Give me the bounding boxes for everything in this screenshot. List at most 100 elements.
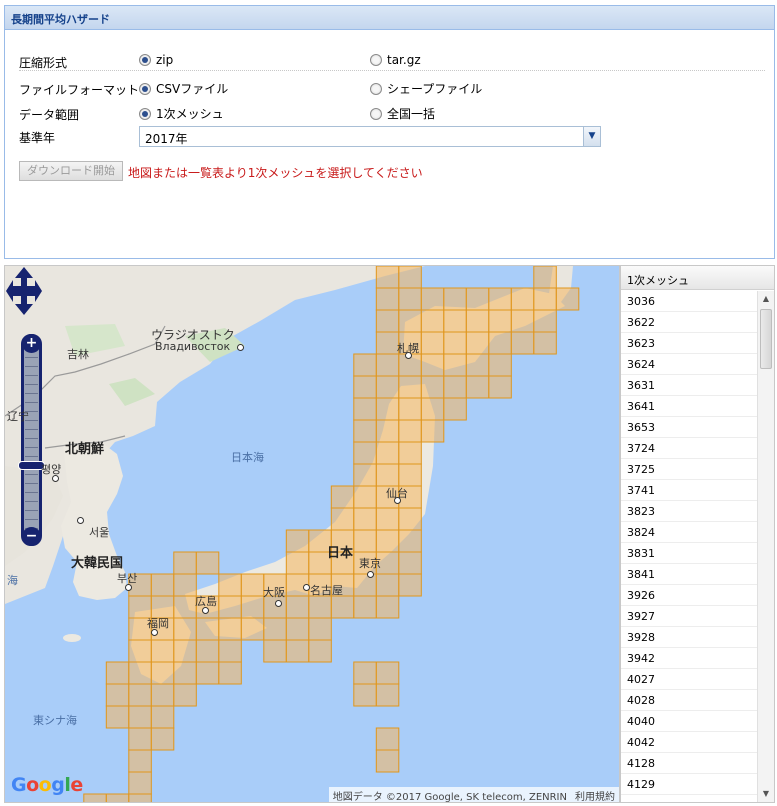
mesh-cell[interactable] <box>330 485 355 509</box>
chevron-down-icon[interactable]: ▼ <box>583 127 600 146</box>
mesh-cell[interactable] <box>218 595 242 619</box>
google-logo[interactable]: Google <box>11 774 83 796</box>
mesh-cell[interactable] <box>375 683 400 707</box>
mesh-cell[interactable] <box>488 309 512 333</box>
mesh-cell[interactable] <box>128 683 152 707</box>
mesh-cell[interactable] <box>375 266 400 289</box>
mesh-cell[interactable] <box>105 661 130 685</box>
list-item[interactable]: 4128 <box>621 753 757 774</box>
mesh-cell[interactable] <box>150 661 175 685</box>
mesh-cell[interactable] <box>398 551 422 575</box>
mesh-cell[interactable] <box>195 551 220 575</box>
download-button[interactable]: ダウンロード開始 <box>19 161 123 181</box>
mesh-cell[interactable] <box>83 793 107 803</box>
mesh-cell[interactable] <box>398 266 422 289</box>
mesh-cell[interactable] <box>285 595 310 619</box>
mesh-cell[interactable] <box>128 793 152 803</box>
mesh-cell[interactable] <box>375 441 400 465</box>
zoom-in-button[interactable]: + <box>22 334 41 353</box>
mesh-cell[interactable] <box>263 639 287 663</box>
mesh-cell[interactable] <box>375 309 400 333</box>
mesh-cell[interactable] <box>398 287 422 311</box>
mesh-cell[interactable] <box>150 683 175 707</box>
mesh-cell[interactable] <box>375 287 400 311</box>
mesh-cell[interactable] <box>375 595 400 619</box>
list-item[interactable]: 4027 <box>621 669 757 690</box>
mesh-cell[interactable] <box>330 507 355 531</box>
mesh-cell[interactable] <box>218 617 242 641</box>
mesh-cell[interactable] <box>398 573 422 597</box>
mesh-cell[interactable] <box>443 309 467 333</box>
mesh-cell[interactable] <box>420 287 445 311</box>
mesh-cell[interactable] <box>443 375 467 399</box>
mesh-cell[interactable] <box>488 375 512 399</box>
zoom-bar[interactable] <box>21 334 42 546</box>
mesh-cell[interactable] <box>285 551 310 575</box>
mesh-cell[interactable] <box>555 287 580 311</box>
mesh-cell[interactable] <box>308 617 332 641</box>
mesh-cell[interactable] <box>398 463 422 487</box>
mesh-cell[interactable] <box>465 309 490 333</box>
list-item[interactable]: 3942 <box>621 648 757 669</box>
mesh-cell[interactable] <box>353 683 377 707</box>
zoom-out-button[interactable]: − <box>22 527 41 546</box>
mesh-cell[interactable] <box>398 441 422 465</box>
mesh-cell[interactable] <box>375 529 400 553</box>
mesh-cell[interactable] <box>465 353 490 377</box>
list-item[interactable]: 4028 <box>621 690 757 711</box>
mesh-cell[interactable] <box>128 705 152 729</box>
mesh-cell[interactable] <box>465 375 490 399</box>
mesh-cell[interactable] <box>375 463 400 487</box>
mesh-cell[interactable] <box>240 573 265 597</box>
list-item[interactable]: 3641 <box>621 396 757 417</box>
mesh-cell[interactable] <box>353 463 377 487</box>
data-range-mesh-radio[interactable]: 1次メッシュ <box>139 105 224 122</box>
mesh-cell[interactable] <box>533 331 557 355</box>
mesh-cell[interactable] <box>510 331 535 355</box>
mesh-cell[interactable] <box>353 595 377 619</box>
mesh-cell[interactable] <box>128 639 152 663</box>
list-item[interactable]: 4042 <box>621 732 757 753</box>
mesh-cell[interactable] <box>353 441 377 465</box>
mesh-cell[interactable] <box>285 617 310 641</box>
mesh-cell[interactable] <box>128 661 152 685</box>
mesh-cell[interactable] <box>105 793 130 803</box>
mesh-cell[interactable] <box>308 639 332 663</box>
mesh-cell[interactable] <box>398 309 422 333</box>
file-format-csv-radio[interactable]: CSVファイル <box>139 80 228 97</box>
mesh-cell[interactable] <box>150 727 175 751</box>
mesh-cell[interactable] <box>218 661 242 685</box>
mesh-cell[interactable] <box>353 573 377 597</box>
list-item[interactable]: 3724 <box>621 438 757 459</box>
compression-zip-radio[interactable]: zip <box>139 53 173 67</box>
map-view[interactable]: + − ウラジオストク Владивосток 吉林 辽宁 北朝鮮 평양 서울 … <box>4 265 620 803</box>
mesh-cell[interactable] <box>285 529 310 553</box>
mesh-cell[interactable] <box>150 639 175 663</box>
mesh-cell[interactable] <box>353 419 377 443</box>
mesh-cell[interactable] <box>128 749 152 773</box>
mesh-cell[interactable] <box>218 573 242 597</box>
mesh-cell[interactable] <box>375 507 400 531</box>
mesh-cell[interactable] <box>353 353 377 377</box>
pan-control[interactable] <box>5 266 43 316</box>
scroll-thumb[interactable] <box>760 309 772 369</box>
mesh-cell[interactable] <box>150 573 175 597</box>
mesh-cell[interactable] <box>510 309 535 333</box>
list-item[interactable]: 3831 <box>621 543 757 564</box>
data-range-nation-radio[interactable]: 全国一括 <box>370 105 435 122</box>
mesh-cell[interactable] <box>353 661 377 685</box>
mesh-cell[interactable] <box>443 331 467 355</box>
base-year-select[interactable]: 2017年 ▼ <box>139 126 601 147</box>
mesh-cell[interactable] <box>173 683 197 707</box>
list-item[interactable]: 3823 <box>621 501 757 522</box>
mesh-cell[interactable] <box>420 375 445 399</box>
mesh-cell[interactable] <box>510 287 535 311</box>
mesh-cell[interactable] <box>240 617 265 641</box>
mesh-cell[interactable] <box>375 397 400 421</box>
mesh-cell[interactable] <box>308 595 332 619</box>
list-item[interactable]: 4129 <box>621 774 757 795</box>
list-item[interactable]: 3824 <box>621 522 757 543</box>
mesh-cell[interactable] <box>105 705 130 729</box>
list-item[interactable]: 3036 <box>621 291 757 312</box>
mesh-cell[interactable] <box>353 507 377 531</box>
